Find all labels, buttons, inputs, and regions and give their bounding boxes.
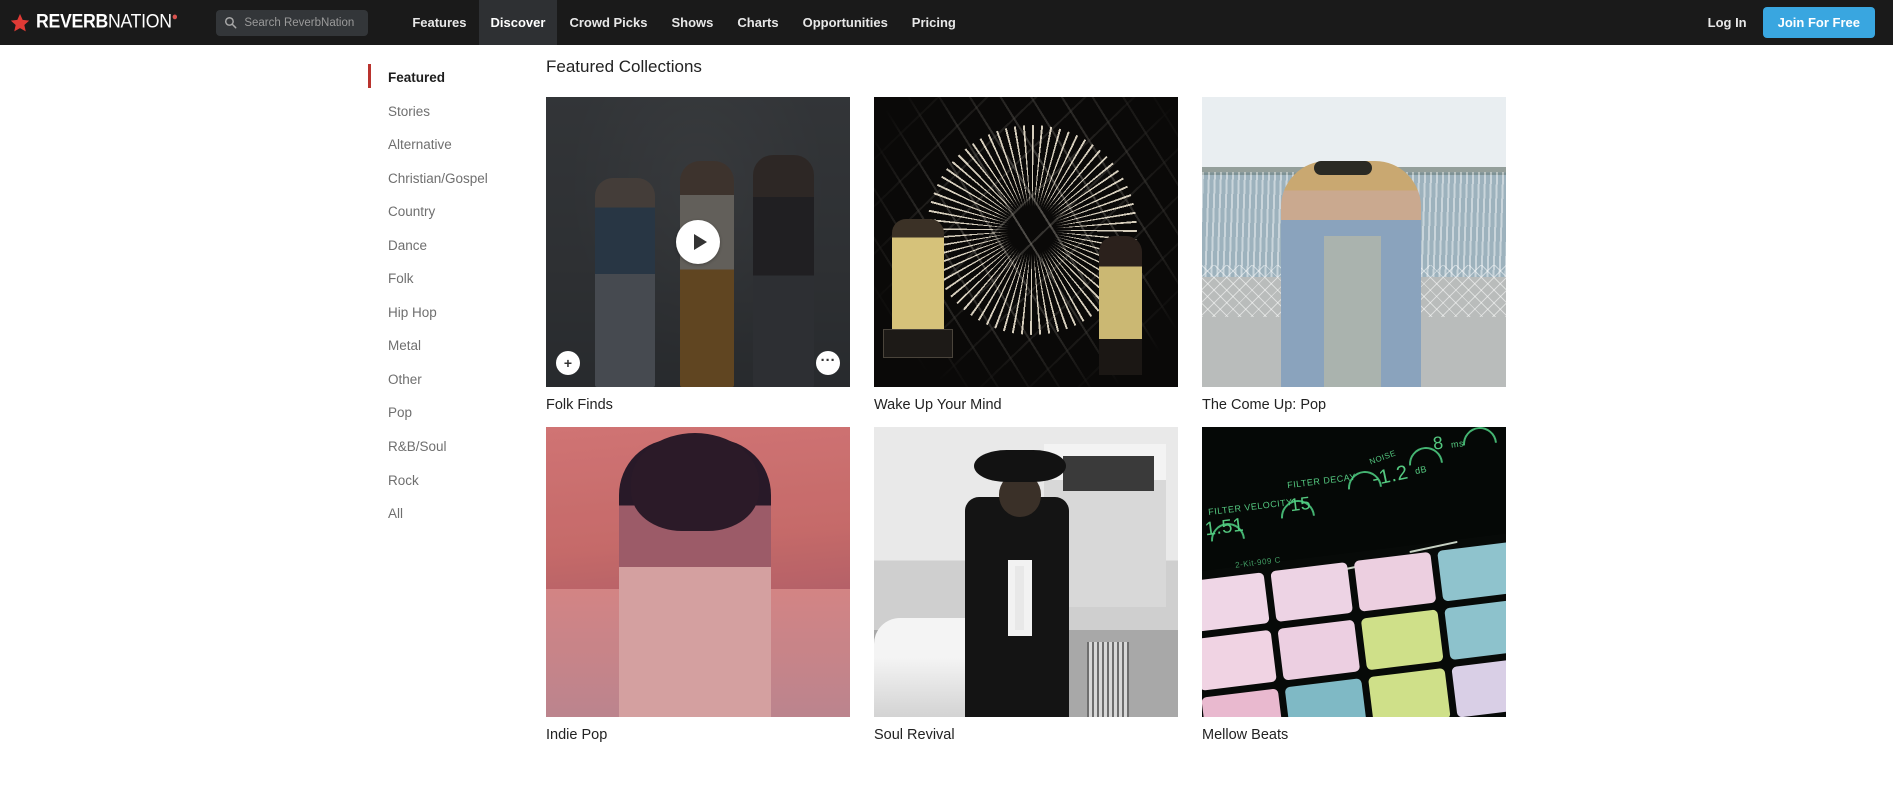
search-icon [225,16,237,29]
nav-item-features[interactable]: Features [400,0,478,45]
logo-text-thin: NATION [107,11,172,33]
add-to-playlist-button[interactable]: + [556,351,580,375]
ellipsis-icon: ··· [820,351,836,369]
sidebar-item-folk[interactable]: Folk [368,262,546,296]
collection-title[interactable]: The Come Up: Pop [1202,397,1506,413]
collection-card[interactable]: Indie Pop [546,427,850,743]
reverbnation-logo[interactable]: REVERBNATION● [0,0,188,45]
collection-thumbnail[interactable] [1202,97,1506,387]
logo-wordmark: REVERBNATION● [36,11,178,33]
page-body: Featured Stories Alternative Christian/G… [0,45,1893,805]
logo-text-bold: REVERB [36,11,108,33]
genre-sidebar: Featured Stories Alternative Christian/G… [368,45,546,805]
collection-card[interactable]: FILTER VELOCITY FILTER DECAY NOISE 1.51 … [1202,427,1506,743]
top-navigation-bar: REVERBNATION● Features Discover Crowd Pi… [0,0,1893,45]
search-box[interactable] [216,9,369,36]
sidebar-item-rnb-soul[interactable]: R&B/Soul [368,430,546,464]
sidebar-item-metal[interactable]: Metal [368,329,546,363]
nav-item-crowd-picks[interactable]: Crowd Picks [557,0,659,45]
collection-artwork-blackwhite [874,427,1178,717]
nav-item-opportunities[interactable]: Opportunities [791,0,900,45]
collection-title[interactable]: Wake Up Your Mind [874,397,1178,413]
collection-artwork-sparkler [874,97,1178,387]
nav-item-charts[interactable]: Charts [725,0,790,45]
collection-thumbnail[interactable]: FILTER VELOCITY FILTER DECAY NOISE 1.51 … [1202,427,1506,717]
collection-card[interactable]: Soul Revival [874,427,1178,743]
sidebar-item-other[interactable]: Other [368,363,546,397]
nav-item-pricing[interactable]: Pricing [900,0,968,45]
collection-title[interactable]: Folk Finds [546,397,850,413]
main-nav: Features Discover Crowd Picks Shows Char… [400,0,968,45]
play-icon [693,234,707,250]
play-button[interactable] [676,220,720,264]
logo-trademark-dot: ● [171,11,178,24]
collection-artwork-pink-portrait [546,427,850,717]
nav-item-shows[interactable]: Shows [659,0,725,45]
sidebar-item-dance[interactable]: Dance [368,229,546,263]
collection-thumbnail[interactable]: + ··· [546,97,850,387]
sidebar-item-rock[interactable]: Rock [368,464,546,498]
collection-title[interactable]: Indie Pop [546,727,850,743]
collection-artwork-denim [1202,97,1506,387]
sidebar-item-country[interactable]: Country [368,195,546,229]
main-content: Featured Collections + ··· Folk Finds Wa… [546,45,1893,805]
collection-card[interactable]: Wake Up Your Mind [874,97,1178,413]
collection-thumbnail[interactable] [874,97,1178,387]
plus-icon: + [563,355,573,371]
header-actions: Log In Join For Free [1708,7,1893,38]
collection-thumbnail[interactable] [874,427,1178,717]
collection-artwork-drumpads: FILTER VELOCITY FILTER DECAY NOISE 1.51 … [1202,427,1506,717]
sidebar-item-all[interactable]: All [368,497,546,531]
sidebar-item-christian-gospel[interactable]: Christian/Gospel [368,162,546,196]
star-icon [10,13,30,31]
sidebar-item-alternative[interactable]: Alternative [368,128,546,162]
collections-grid: + ··· Folk Finds Wake Up Your Mind The C… [546,97,1853,743]
join-for-free-button[interactable]: Join For Free [1762,7,1875,38]
collection-card[interactable]: + ··· Folk Finds [546,97,850,413]
collection-title[interactable]: Soul Revival [874,727,1178,743]
search-input[interactable] [244,16,361,29]
collection-title[interactable]: Mellow Beats [1202,727,1506,743]
sidebar-item-pop[interactable]: Pop [368,396,546,430]
left-gutter [0,45,368,805]
nav-item-discover[interactable]: Discover [478,0,558,45]
sidebar-item-stories[interactable]: Stories [368,95,546,129]
collection-card[interactable]: The Come Up: Pop [1202,97,1506,413]
more-options-button[interactable]: ··· [816,351,840,375]
login-link[interactable]: Log In [1708,15,1747,30]
page-title: Featured Collections [546,57,702,76]
collection-thumbnail[interactable] [546,427,850,717]
sidebar-item-featured[interactable]: Featured [368,61,546,95]
sidebar-item-hip-hop[interactable]: Hip Hop [368,296,546,330]
